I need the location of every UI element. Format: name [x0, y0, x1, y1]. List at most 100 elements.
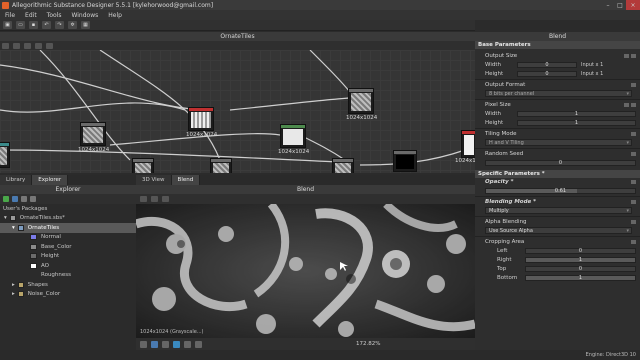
graph-node[interactable] — [393, 150, 417, 172]
link-icon[interactable] — [624, 54, 629, 58]
graph-tool-icon[interactable] — [24, 42, 31, 49]
graph-node[interactable] — [132, 158, 154, 173]
zoom-level[interactable]: 172.82% — [356, 341, 380, 347]
node-size-label: 1024x1024 — [455, 158, 475, 164]
reset-icon[interactable] — [631, 200, 636, 204]
view-2d-statusbar: 172.82% — [136, 338, 475, 350]
histogram-icon[interactable] — [184, 340, 191, 348]
tree-item-graph[interactable]: ▾ OrnateTiles — [0, 223, 136, 233]
tab-3d-view[interactable]: 3D View — [136, 175, 172, 185]
crop-bottom-slider[interactable]: 1 — [525, 274, 636, 281]
tab-explorer[interactable]: Explorer — [32, 175, 69, 185]
expand-arrow-icon[interactable]: ▾ — [4, 215, 7, 221]
grid-icon[interactable] — [151, 340, 158, 348]
tab-library[interactable]: Library — [0, 175, 33, 185]
reset-icon[interactable] — [631, 83, 636, 87]
tree-item-folder[interactable]: ▸ Noise_Color — [0, 290, 136, 300]
graph-tool-icon[interactable] — [2, 42, 9, 49]
graph-node[interactable] — [0, 142, 10, 168]
reset-icon[interactable] — [631, 220, 636, 224]
layout-icon[interactable]: ▦ — [81, 21, 90, 29]
section-base-parameters[interactable]: Base Parameters — [475, 41, 640, 49]
left-dock-tabs: Library Explorer — [0, 175, 136, 185]
menu-tools[interactable]: Tools — [42, 12, 67, 19]
add-icon[interactable] — [3, 196, 9, 202]
output-label: AO — [41, 262, 49, 269]
graph-tool-icon[interactable] — [46, 42, 53, 49]
width-slider[interactable]: 0 — [517, 61, 577, 68]
pixel-width-slider[interactable]: 1 — [517, 110, 636, 117]
height-slider[interactable]: 0 — [517, 70, 577, 77]
tree-item-output[interactable]: Roughness — [0, 271, 136, 281]
reset-icon[interactable] — [631, 103, 636, 107]
package-icon[interactable] — [12, 196, 18, 202]
section-specific-parameters[interactable]: Specific Parameters * — [475, 170, 640, 178]
new-file-icon[interactable]: ▣ — [3, 21, 12, 29]
save-icon[interactable]: ▪ — [29, 21, 38, 29]
close-button[interactable]: × — [626, 0, 640, 10]
maximize-button[interactable]: □ — [614, 0, 626, 10]
tab-blend[interactable]: Blend — [171, 175, 201, 185]
tree-item-output[interactable]: Height — [0, 252, 136, 262]
reset-icon[interactable] — [631, 132, 636, 136]
open-folder-icon[interactable]: ▭ — [16, 21, 25, 29]
redo-icon[interactable]: ↷ — [55, 21, 64, 29]
graph-node[interactable] — [332, 158, 354, 173]
tile-icon[interactable] — [162, 340, 169, 348]
view-tool-icon[interactable] — [151, 196, 158, 202]
crop-left-slider[interactable]: 0 — [525, 247, 636, 254]
reset-icon[interactable] — [631, 54, 636, 58]
graph-node[interactable] — [80, 122, 106, 146]
param-alpha-blending: Alpha Blending — [475, 218, 640, 226]
alpha-icon[interactable] — [173, 340, 180, 348]
menu-edit[interactable]: Edit — [20, 12, 42, 19]
minimize-button[interactable]: – — [602, 0, 614, 10]
opacity-slider[interactable]: 0.61 — [485, 187, 636, 194]
param-cropping-area: Cropping Area — [475, 238, 640, 246]
param-row-pixel-height: Height 1 — [475, 118, 640, 127]
graph-node[interactable] — [280, 124, 306, 148]
graph-node[interactable] — [188, 107, 214, 131]
output-format-dropdown[interactable]: 8 bits per channel — [485, 90, 632, 97]
param-row-bottom: Bottom 1 — [475, 273, 640, 282]
random-seed-slider[interactable]: 0 — [485, 159, 636, 166]
expand-arrow-icon[interactable]: ▸ — [12, 282, 15, 288]
menu-file[interactable]: File — [0, 12, 20, 19]
graph-tool-icon[interactable] — [35, 42, 42, 49]
channel-icon[interactable] — [140, 340, 147, 348]
settings-gear-icon[interactable]: ✲ — [68, 21, 77, 29]
tree-item-output[interactable]: Base_Color — [0, 242, 136, 252]
export-icon[interactable] — [195, 340, 202, 348]
view-2d-canvas[interactable]: 1024x1024 (Grayscale...) — [136, 204, 475, 338]
tree-item-folder[interactable]: ▸ Shapes — [0, 280, 136, 290]
menu-help[interactable]: Help — [103, 12, 127, 19]
blending-mode-dropdown[interactable]: Multiply — [485, 207, 632, 214]
graph-node[interactable] — [348, 88, 374, 114]
reset-icon[interactable] — [631, 180, 636, 184]
crop-right-slider[interactable]: 1 — [525, 256, 636, 263]
view-tool-icon[interactable] — [140, 196, 147, 202]
alpha-blending-dropdown[interactable]: Use Source Alpha — [485, 227, 632, 234]
tree-item-output[interactable]: Normal — [0, 233, 136, 243]
tree-item-package[interactable]: ▾ OrnateTiles.sbs* — [0, 214, 136, 224]
tree-item-output[interactable]: AO — [0, 261, 136, 271]
graph-tool-icon[interactable] — [13, 42, 20, 49]
node-graph-canvas[interactable]: 1024x1024 1024x1024 1024x1024 1024x1024 … — [0, 50, 475, 173]
folder-name: Noise_Color — [27, 291, 61, 298]
crop-top-slider[interactable]: 0 — [525, 265, 636, 272]
expand-arrow-icon[interactable]: ▸ — [12, 291, 15, 297]
expand-arrow-icon[interactable]: ▾ — [12, 225, 15, 231]
graph-node[interactable] — [461, 130, 475, 158]
tiling-mode-dropdown[interactable]: H and V Tiling — [485, 139, 632, 146]
view-tool-icon[interactable] — [162, 196, 169, 202]
reset-icon[interactable] — [631, 240, 636, 244]
view-2d-title: Blend — [136, 185, 475, 194]
reset-icon[interactable] — [631, 152, 636, 156]
graph-icon[interactable] — [30, 196, 36, 202]
undo-icon[interactable]: ↶ — [42, 21, 51, 29]
folder-icon[interactable] — [21, 196, 27, 202]
graph-node[interactable] — [210, 158, 232, 173]
pixel-height-slider[interactable]: 1 — [517, 119, 636, 126]
menu-windows[interactable]: Windows — [66, 12, 103, 19]
link-icon[interactable] — [624, 103, 629, 107]
